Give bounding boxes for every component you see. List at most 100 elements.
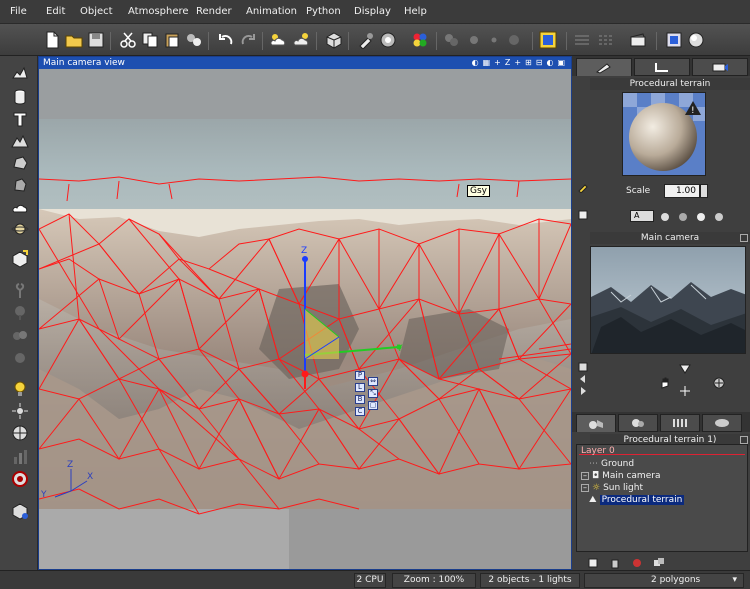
small-dot-icon[interactable]: [484, 30, 504, 50]
dim-sphere-icon[interactable]: [504, 30, 524, 50]
cylinder-icon[interactable]: [9, 86, 31, 108]
stop-render-icon[interactable]: [9, 468, 31, 490]
sky-cloud-icon[interactable]: [268, 30, 288, 50]
chevron-down-icon[interactable]: ▾: [732, 574, 737, 587]
mini-light-icon[interactable]: [694, 210, 708, 224]
camera-move-icon[interactable]: [678, 384, 692, 398]
menu-display[interactable]: Display: [354, 6, 391, 17]
anchor-c-button[interactable]: C: [355, 407, 365, 416]
mountain-icon[interactable]: [9, 130, 31, 152]
atmosphere-cloud-icon[interactable]: [292, 30, 312, 50]
anchor-p-button[interactable]: P: [355, 371, 365, 380]
render-area-icon[interactable]: [538, 30, 558, 50]
rock-group-icon[interactable]: [9, 346, 31, 368]
camera-tilt-icon[interactable]: [678, 362, 692, 376]
camera-pan-hand-icon[interactable]: [658, 376, 672, 390]
tree-close-button[interactable]: [740, 436, 748, 444]
camera-right-icon[interactable]: [576, 384, 590, 398]
grid-view-icon[interactable]: [572, 30, 592, 50]
dot-tool-icon[interactable]: [464, 30, 484, 50]
render-options-icon[interactable]: [378, 30, 398, 50]
tree-item-main-camera[interactable]: – ◘ Main camera: [581, 471, 660, 481]
new-file-icon[interactable]: [42, 30, 62, 50]
menu-animation[interactable]: Animation: [246, 6, 297, 17]
camera-object-icon[interactable]: [9, 422, 31, 444]
menu-atmosphere[interactable]: Atmosphere: [128, 6, 189, 17]
text-tool-icon[interactable]: [9, 108, 31, 130]
expand-icon[interactable]: –: [581, 484, 589, 492]
viewport-button-1[interactable]: ◐: [472, 57, 479, 69]
anchor-box-button[interactable]: ▢: [368, 401, 378, 410]
list-view-icon[interactable]: [596, 30, 616, 50]
copy-icon[interactable]: [140, 30, 160, 50]
color-palette-icon[interactable]: [410, 30, 430, 50]
menu-render[interactable]: Render: [196, 6, 232, 17]
viewport-button-2[interactable]: ▦: [483, 57, 491, 69]
menu-file[interactable]: File: [10, 6, 27, 17]
zoom-fit-icon[interactable]: [664, 30, 684, 50]
bush-icon[interactable]: [9, 324, 31, 346]
tab-materials[interactable]: [618, 414, 658, 432]
viewport-button-4[interactable]: Z: [505, 57, 510, 69]
viewport-button-6[interactable]: ⊞: [525, 57, 532, 69]
new-layer-icon[interactable]: [586, 556, 600, 570]
tree-item-ground[interactable]: ⋯ Ground: [589, 459, 634, 469]
light-bulb-icon[interactable]: [9, 378, 31, 400]
point-light-icon[interactable]: [9, 400, 31, 422]
tab-camera[interactable]: [692, 58, 748, 76]
tab-material[interactable]: [576, 58, 632, 76]
terrain-scene[interactable]: Z Y Z X Y: [39, 69, 571, 569]
cluster-icon[interactable]: [442, 30, 462, 50]
anchor-rotate-button[interactable]: ⇔: [368, 377, 378, 386]
planet-icon[interactable]: [9, 218, 31, 240]
viewport-button-5[interactable]: +: [514, 57, 521, 69]
scale-spinner[interactable]: [700, 184, 708, 198]
viewport-button-7[interactable]: ⊟: [536, 57, 543, 69]
expand-icon[interactable]: –: [581, 472, 589, 480]
terrain-grid-icon[interactable]: [9, 62, 31, 84]
anchor-l-button[interactable]: L: [355, 383, 365, 392]
material-copy-icon[interactable]: [576, 208, 590, 222]
scale-input[interactable]: 1.00: [664, 184, 700, 198]
movie-clapper-icon[interactable]: [628, 30, 648, 50]
plant-icon[interactable]: [9, 280, 31, 302]
render-preview-icon[interactable]: [686, 30, 706, 50]
tab-shape[interactable]: [634, 58, 690, 76]
tree-item-layer[interactable]: Layer 0: [581, 446, 615, 456]
import-object-icon[interactable]: [9, 248, 31, 270]
mini-sphere-icon[interactable]: [658, 210, 672, 224]
group-icon[interactable]: [652, 556, 666, 570]
viewport-button-3[interactable]: +: [494, 57, 501, 69]
stone-icon[interactable]: [9, 174, 31, 196]
anchor-b-button[interactable]: B: [355, 395, 365, 404]
main-camera-viewport[interactable]: Main camera view ◐ ▦ + Z + ⊞ ⊟ ◐ ▣ Z Y Z…: [38, 56, 572, 570]
material-pick-icon[interactable]: [576, 180, 590, 194]
camera-preview[interactable]: [590, 246, 746, 354]
undo-icon[interactable]: [216, 30, 236, 50]
tab-objects[interactable]: [576, 414, 616, 432]
bars-icon[interactable]: [9, 446, 31, 468]
object-cube-icon[interactable]: [324, 30, 344, 50]
camera-close-button[interactable]: [740, 234, 748, 242]
mode-select[interactable]: A: [630, 210, 654, 222]
tree-item-sun-light[interactable]: – ☼ Sun light: [581, 483, 643, 493]
viewport-button-9[interactable]: ▣: [557, 57, 565, 69]
plugin-object-icon[interactable]: [9, 500, 31, 522]
anchor-scale-button[interactable]: ⤡: [368, 389, 378, 398]
menu-help[interactable]: Help: [404, 6, 427, 17]
save-icon[interactable]: [86, 30, 106, 50]
status-polygons[interactable]: 2 polygons ▾: [584, 573, 744, 588]
menu-object[interactable]: Object: [80, 6, 113, 17]
menu-python[interactable]: Python: [306, 6, 341, 17]
cloud-object-icon[interactable]: [9, 196, 31, 218]
tree-item-procedural-terrain[interactable]: ⛰ Procedural terrain: [589, 495, 685, 505]
mini-cloud-icon[interactable]: [676, 210, 690, 224]
cut-icon[interactable]: [118, 30, 138, 50]
tab-textures[interactable]: [660, 414, 700, 432]
mini-tree-icon[interactable]: [712, 210, 726, 224]
material-editor-icon[interactable]: [356, 30, 376, 50]
duplicate-icon[interactable]: [184, 30, 204, 50]
paste-icon[interactable]: [162, 30, 182, 50]
menu-edit[interactable]: Edit: [46, 6, 65, 17]
viewport-button-8[interactable]: ◐: [546, 57, 553, 69]
